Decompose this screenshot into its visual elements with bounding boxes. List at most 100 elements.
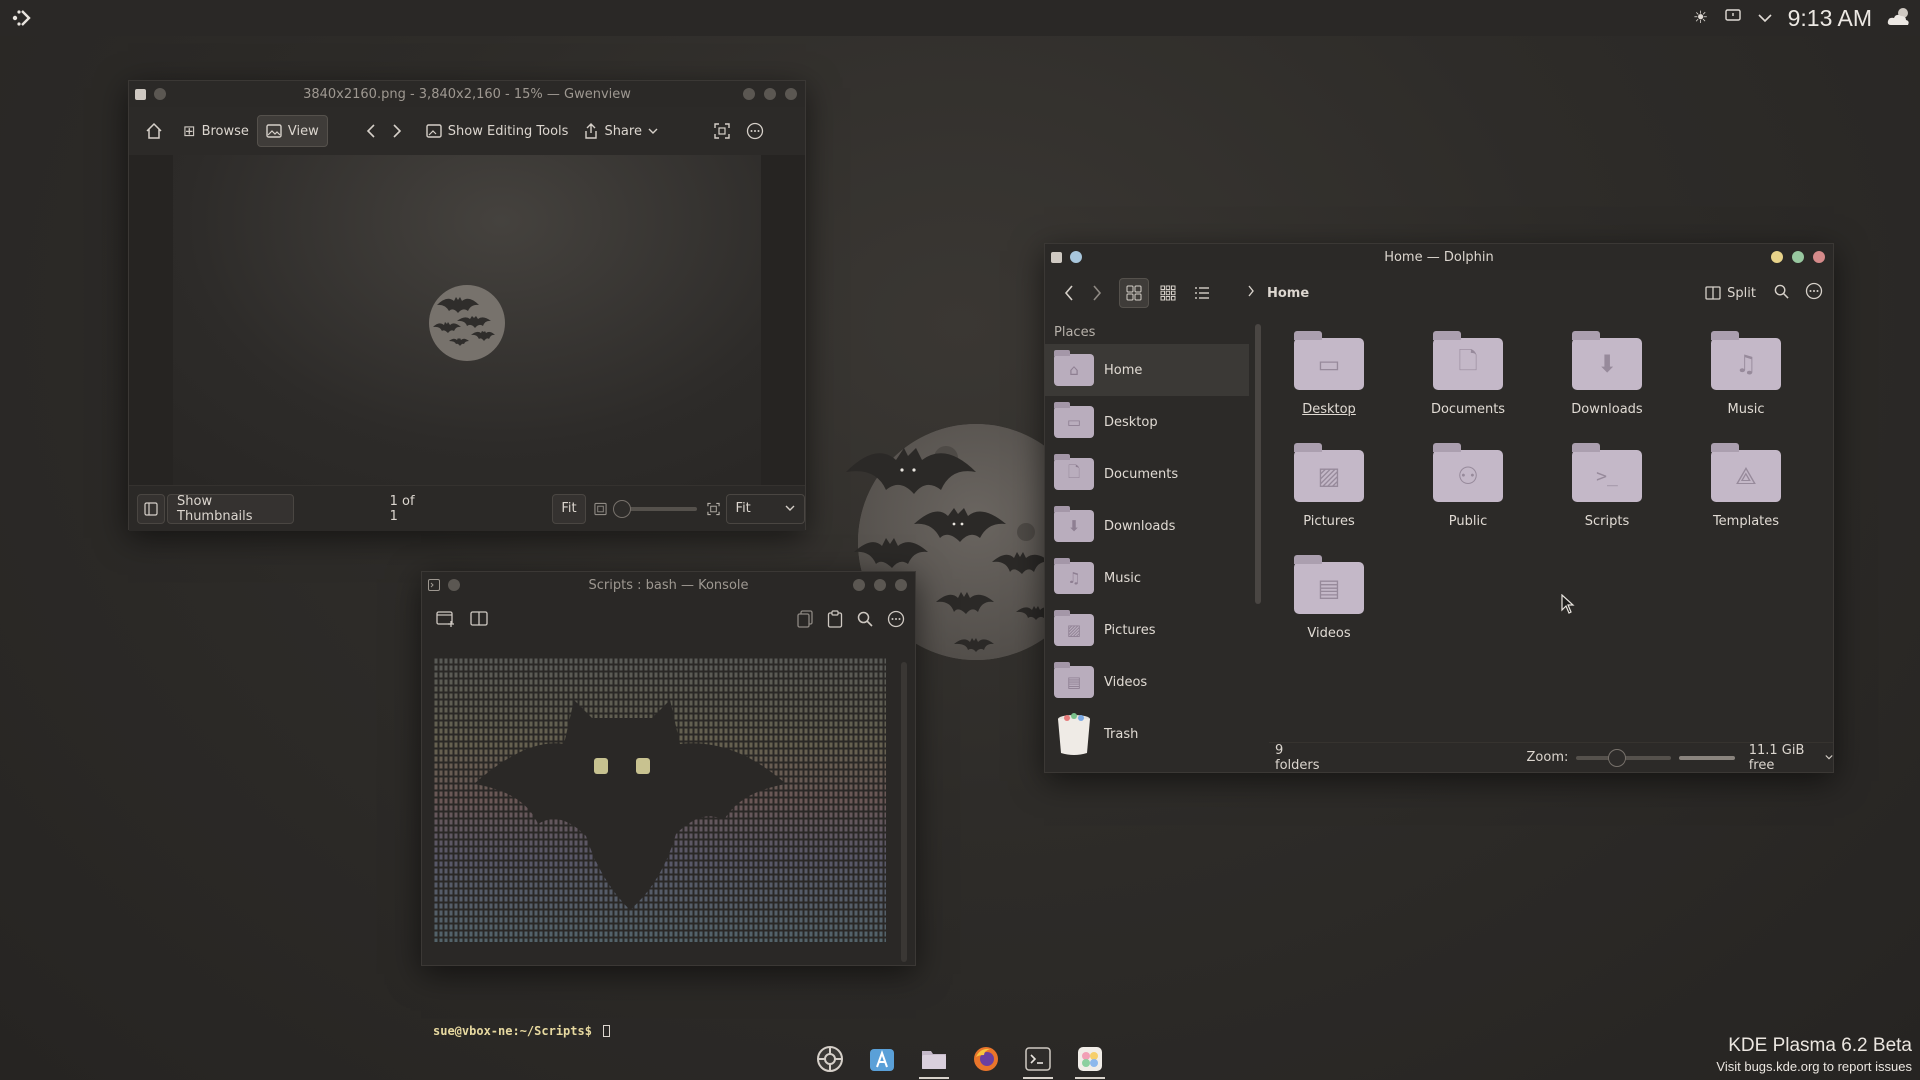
- place-item-videos[interactable]: ▤ Videos: [1045, 656, 1249, 708]
- folder-item-desktop[interactable]: ▭ Desktop: [1269, 324, 1389, 424]
- dolphin-window[interactable]: Home — Dolphin Home Split Places ⌂ Home …: [1044, 243, 1834, 773]
- fullscreen-button[interactable]: [706, 115, 738, 147]
- folder-label: Music: [1727, 402, 1765, 417]
- close-button[interactable]: [1813, 251, 1825, 263]
- paste-icon[interactable]: [827, 610, 843, 632]
- place-item-downloads[interactable]: ⬇ Downloads: [1045, 500, 1249, 552]
- search-icon[interactable]: [857, 611, 873, 631]
- zoom-in-icon[interactable]: [706, 502, 720, 516]
- icon-size-slider-handle[interactable]: [1608, 748, 1627, 767]
- close-button[interactable]: [785, 88, 797, 100]
- share-button[interactable]: Share: [576, 115, 666, 147]
- place-item-desktop[interactable]: ▭ Desktop: [1045, 396, 1249, 448]
- maximize-button[interactable]: [764, 88, 776, 100]
- folder-label: Templates: [1712, 514, 1780, 529]
- view-button[interactable]: View: [256, 115, 328, 147]
- split-button[interactable]: Split: [1705, 286, 1756, 301]
- maximize-button[interactable]: [874, 579, 886, 591]
- dock-item-system-settings[interactable]: [809, 1039, 851, 1079]
- minimize-button[interactable]: [743, 88, 755, 100]
- dolphin-titlebar[interactable]: Home — Dolphin: [1045, 244, 1833, 270]
- back-button[interactable]: [1055, 284, 1083, 302]
- more-icon[interactable]: [887, 610, 905, 632]
- new-tab-icon[interactable]: [436, 610, 456, 632]
- window-menu-icon[interactable]: [135, 88, 146, 100]
- folder-item-pictures[interactable]: ▨ Pictures: [1269, 436, 1389, 536]
- more-icon[interactable]: [1805, 282, 1823, 304]
- copy-icon[interactable]: [797, 610, 813, 632]
- image-margin-left: [129, 155, 173, 485]
- place-item-documents[interactable]: 🗋 Documents: [1045, 448, 1249, 500]
- close-button[interactable]: [895, 579, 907, 591]
- place-label: Desktop: [1104, 414, 1158, 430]
- discover-icon: [870, 1049, 894, 1071]
- weather-partly-cloudy-icon[interactable]: [1886, 5, 1912, 32]
- search-icon[interactable]: [1774, 284, 1789, 303]
- brightness-icon[interactable]: ☀: [1692, 8, 1710, 28]
- free-space[interactable]: 11.1 GiB free: [1749, 743, 1817, 773]
- folder-item-videos[interactable]: ▤ Videos: [1269, 548, 1389, 648]
- expand-tray-icon[interactable]: [1756, 8, 1774, 28]
- notifications-icon[interactable]: [1724, 8, 1742, 28]
- folder-label: Pictures: [1303, 514, 1355, 529]
- folder-count: 9 folders: [1275, 742, 1320, 773]
- kde-launcher-icon[interactable]: [8, 4, 36, 32]
- dock-item-photos[interactable]: [1069, 1039, 1111, 1079]
- show-thumbnails-button[interactable]: Show Thumbnails: [167, 493, 294, 524]
- place-item-music[interactable]: ♫ Music: [1045, 552, 1249, 604]
- folder-item-templates[interactable]: ⟁ Templates: [1686, 436, 1806, 536]
- compact-view-button[interactable]: [1153, 285, 1183, 301]
- minimize-button[interactable]: [1771, 251, 1783, 263]
- zoom-slider-handle[interactable]: [612, 499, 631, 518]
- forward-button[interactable]: [1083, 284, 1111, 302]
- folder-item-scripts[interactable]: >_ Scripts: [1547, 436, 1667, 536]
- breadcrumb[interactable]: Home: [1267, 286, 1309, 301]
- folder-item-public[interactable]: ⚇ Public: [1408, 436, 1528, 536]
- home-icon: [146, 122, 162, 139]
- terminal-scrollbar[interactable]: [901, 662, 907, 962]
- place-item-trash[interactable]: Trash: [1045, 708, 1249, 760]
- dock-item-firefox[interactable]: [965, 1039, 1007, 1079]
- home-button[interactable]: [137, 115, 171, 147]
- next-button[interactable]: [384, 115, 410, 147]
- dock-item-discover[interactable]: [861, 1039, 903, 1079]
- dock-item-konsole[interactable]: [1017, 1039, 1059, 1079]
- desktop-icon: ▭: [1294, 331, 1364, 390]
- konsole-titlebar[interactable]: Scripts : bash — Konsole: [422, 572, 915, 598]
- dock-item-dolphin[interactable]: [913, 1039, 955, 1079]
- places-scrollbar[interactable]: [1255, 324, 1261, 604]
- browse-button[interactable]: ⊞ Browse: [175, 115, 257, 147]
- sidebar-toggle-button[interactable]: [137, 493, 166, 524]
- pin-button[interactable]: [154, 88, 166, 100]
- maximize-button[interactable]: [1792, 251, 1804, 263]
- place-item-home[interactable]: ⌂ Home: [1045, 344, 1249, 396]
- details-view-button[interactable]: [1187, 285, 1217, 301]
- gwenview-window[interactable]: 3840x2160.png - 3,840x2,160 - 15% — Gwen…: [128, 80, 806, 531]
- konsole-window-menu-icon[interactable]: [428, 579, 440, 591]
- chevron-down-icon[interactable]: [1825, 754, 1833, 761]
- icon-size-slider[interactable]: [1576, 748, 1671, 767]
- fit-button[interactable]: Fit: [552, 493, 586, 524]
- pin-button[interactable]: [448, 579, 460, 591]
- more-menu-button[interactable]: [738, 115, 772, 147]
- minimize-button[interactable]: [853, 579, 865, 591]
- terminal-display[interactable]: sue@vbox-ne:~/Scripts$: [428, 654, 892, 1038]
- place-item-pictures[interactable]: ▨ Pictures: [1045, 604, 1249, 656]
- prompt-user-host: sue@vbox-ne: [433, 1024, 513, 1038]
- show-editing-tools-button[interactable]: Show Editing Tools: [418, 115, 577, 147]
- icons-view-button[interactable]: [1119, 278, 1149, 308]
- zoom-out-icon[interactable]: [593, 502, 607, 516]
- konsole-window[interactable]: Scripts : bash — Konsole sue@vbox-ne:~/S…: [421, 571, 916, 1038]
- previous-button[interactable]: [358, 115, 384, 147]
- window-menu-icon[interactable]: [1051, 251, 1062, 263]
- image-view[interactable]: [129, 155, 805, 485]
- folder-item-music[interactable]: ♫ Music: [1686, 324, 1806, 424]
- pin-button[interactable]: [1070, 251, 1082, 263]
- zoom-slider[interactable]: [612, 499, 697, 518]
- zoom-select[interactable]: Fit: [725, 493, 805, 524]
- gwenview-titlebar[interactable]: 3840x2160.png - 3,840x2,160 - 15% — Gwen…: [129, 81, 805, 107]
- folder-item-documents[interactable]: 🗋 Documents: [1408, 324, 1528, 424]
- clock[interactable]: 9:13 AM: [1788, 5, 1872, 32]
- split-view-icon[interactable]: [470, 610, 488, 632]
- folder-item-downloads[interactable]: ⬇ Downloads: [1547, 324, 1667, 424]
